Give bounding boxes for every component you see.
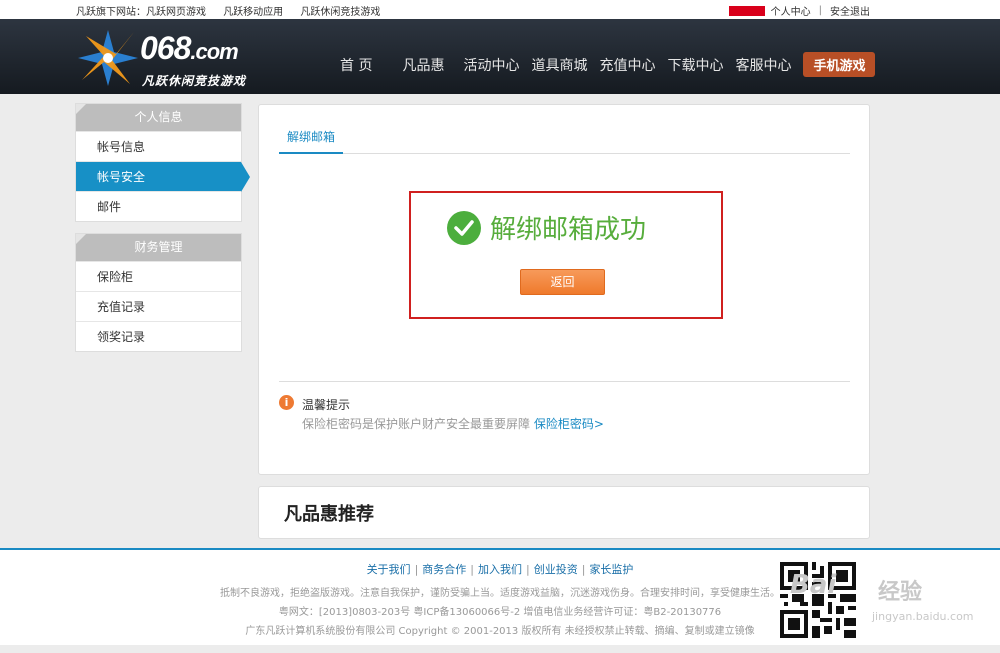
nav-events[interactable]: 活动中心	[463, 55, 519, 75]
recommend-title: 凡品惠推荐	[284, 504, 374, 525]
user-center-link[interactable]: 个人中心	[771, 3, 811, 18]
sister-sites-label: 凡跃旗下网站：凡跃网页游戏	[76, 7, 206, 18]
footer-link-business[interactable]: 商务合作	[422, 563, 466, 576]
red-flag-marker	[728, 5, 765, 16]
sidebar-item-recharge-records[interactable]: 充值记录	[76, 291, 241, 321]
footer-link-about[interactable]: 关于我们	[367, 563, 411, 576]
logo-brand: 068.com	[140, 30, 239, 66]
sidebar-personal: 个人信息 帐号信息 帐号安全 邮件	[75, 103, 250, 222]
back-button[interactable]: 返回	[520, 269, 605, 295]
bottom-strip	[0, 645, 1000, 653]
nav-mobile-games-button[interactable]: 手机游戏	[803, 52, 876, 77]
nav-download[interactable]: 下载中心	[667, 55, 723, 75]
main-nav: 首 页 凡品惠 活动中心 道具商城 充值中心 下载中心 客服中心 手机游戏	[340, 52, 876, 77]
link-casual-games[interactable]: 凡跃休闲竞技游戏	[300, 7, 380, 18]
footer-link-parental[interactable]: 家长监护	[589, 563, 633, 576]
nav-home[interactable]: 首 页	[340, 55, 372, 75]
tab-bar: 解绑邮箱	[279, 127, 850, 154]
separator: |	[818, 5, 822, 16]
success-message: 解绑邮箱成功	[447, 209, 646, 246]
sidebar-finance-title: 财务管理	[76, 234, 241, 261]
sister-sites: 凡跃旗下网站：凡跃网页游戏 凡跃移动应用 凡跃休闲竞技游戏	[76, 3, 394, 18]
site-footer: 关于我们 | 商务合作 | 加入我们 | 创业投资 | 家长监护 抵制不良游戏，拒绝盗版游戏。注…	[0, 548, 1000, 645]
sidebar-finance: 财务管理 保险柜 充值记录 领奖记录	[75, 233, 242, 352]
footer-link-join[interactable]: 加入我们	[478, 563, 522, 576]
info-icon: i	[279, 395, 294, 410]
sidebar-item-account-security[interactable]: 帐号安全	[76, 161, 250, 192]
nav-item-shop[interactable]: 道具商城	[531, 55, 587, 75]
sidebar-item-account-info[interactable]: 帐号信息	[76, 131, 241, 161]
sidebar-personal-title: 个人信息	[76, 104, 241, 131]
link-web-games[interactable]: 凡跃网页游戏	[146, 7, 206, 18]
logo-star-icon	[78, 30, 138, 86]
qr-code-icon	[780, 562, 856, 638]
footer-link-invest[interactable]: 创业投资	[534, 563, 578, 576]
logo-slogan: 凡跃休闲竞技游戏	[142, 74, 247, 88]
checkmark-icon	[447, 210, 481, 245]
user-links: 个人中心 | 安全退出	[728, 3, 870, 18]
nav-support[interactable]: 客服中心	[735, 55, 791, 75]
link-mobile-apps[interactable]: 凡跃移动应用	[223, 7, 283, 18]
recommend-panel: 凡品惠推荐	[258, 486, 870, 539]
tip-title: 温馨提示	[302, 398, 351, 412]
sidebar-item-safe[interactable]: 保险柜	[76, 261, 241, 291]
success-highlight-box: 解绑邮箱成功 返回	[409, 191, 723, 319]
site-header: 068.com 凡跃休闲竞技游戏 首 页 凡品惠 活动中心 道具商城 充值中心 …	[0, 19, 1000, 94]
main-panel: 解绑邮箱 解绑邮箱成功 返回 i 温馨提示 保险柜密码是保护账户财产安全最重要屏…	[258, 104, 870, 475]
divider	[279, 381, 850, 382]
nav-recharge[interactable]: 充值中心	[599, 55, 655, 75]
tip-text: 保险柜密码是保护账户财产安全最重要屏障 保险柜密码>	[302, 417, 604, 431]
site-logo[interactable]: 068.com 凡跃休闲竞技游戏	[76, 26, 266, 92]
sidebar-item-mail[interactable]: 邮件	[76, 191, 241, 221]
sidebar-item-prize-records[interactable]: 领奖记录	[76, 321, 241, 351]
success-text: 解绑邮箱成功	[490, 215, 647, 245]
tab-unbind-email[interactable]: 解绑邮箱	[279, 127, 344, 154]
top-bar: 凡跃旗下网站：凡跃网页游戏 凡跃移动应用 凡跃休闲竞技游戏 个人中心 | 安全退…	[0, 0, 1000, 19]
logout-link[interactable]: 安全退出	[830, 3, 870, 18]
safe-password-link[interactable]: 保险柜密码>	[534, 417, 604, 431]
nav-fanpinhui[interactable]: 凡品惠	[402, 55, 444, 75]
